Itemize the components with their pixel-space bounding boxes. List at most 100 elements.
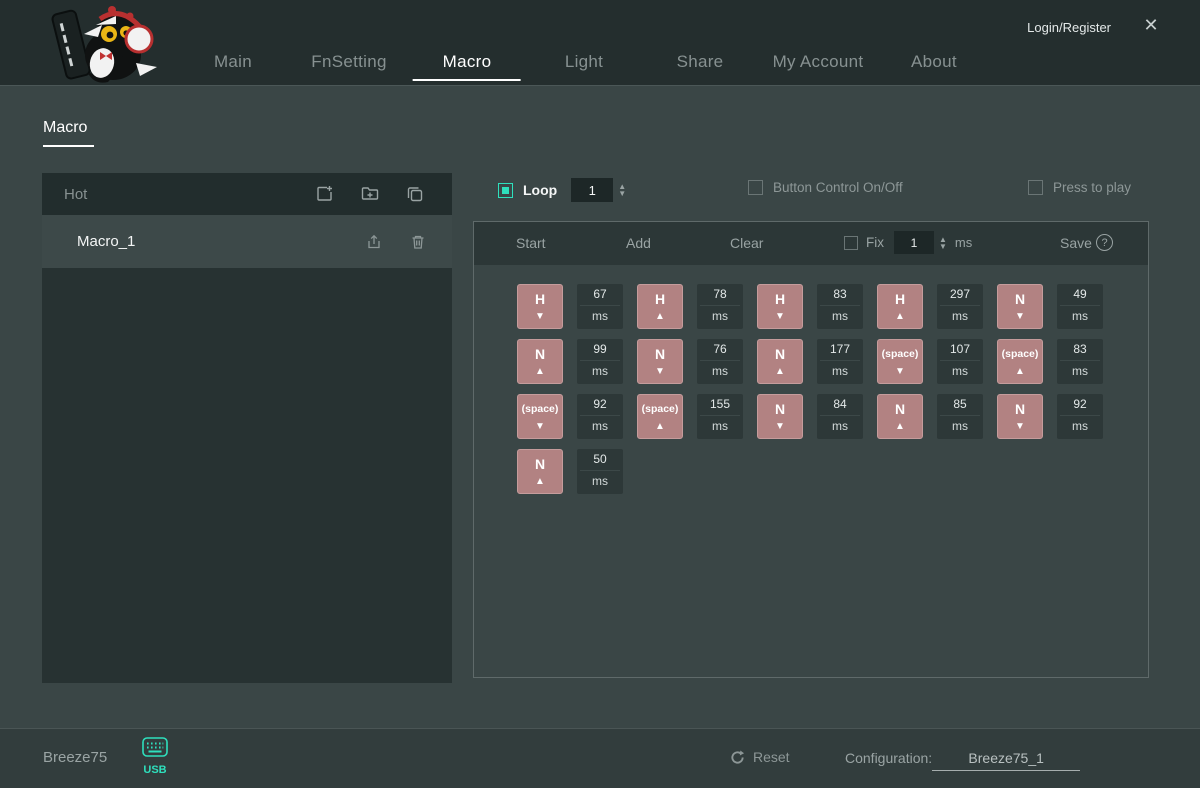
macro-key-button[interactable]: H ▲ (637, 284, 683, 329)
key-down-icon: ▼ (535, 310, 545, 323)
help-icon[interactable]: ? (1096, 234, 1113, 251)
add-folder-icon[interactable] (361, 185, 379, 203)
nav-tab-about[interactable]: About (911, 52, 957, 72)
macro-key-button[interactable]: N ▼ (997, 284, 1043, 329)
export-icon[interactable] (366, 234, 382, 250)
page-title: Macro (43, 119, 87, 137)
macro-key-button[interactable]: N ▲ (517, 339, 563, 384)
macro-key-button[interactable]: N ▲ (517, 449, 563, 494)
macro-key-button[interactable]: N ▲ (757, 339, 803, 384)
macro-delay-tile[interactable]: 67 ms (577, 284, 623, 329)
nav-tab-fnsetting[interactable]: FnSetting (311, 52, 386, 72)
new-macro-icon[interactable] (316, 185, 334, 203)
key-up-icon: ▲ (895, 310, 905, 323)
clear-button[interactable]: Clear (730, 235, 763, 251)
macro-delay-tile[interactable]: 76 ms (697, 339, 743, 384)
macro-key-button[interactable]: N ▼ (637, 339, 683, 384)
macro-event: (space) ▼ 107 ms (877, 339, 983, 384)
configuration-value[interactable]: Breeze75_1 (932, 750, 1080, 771)
macro-key-button[interactable]: H ▲ (877, 284, 923, 329)
macro-event: N ▼ 49 ms (997, 284, 1103, 329)
copy-icon[interactable] (406, 185, 424, 203)
login-register-link[interactable]: Login/Register (1027, 20, 1111, 35)
macro-delay-tile[interactable]: 84 ms (817, 394, 863, 439)
macro-delay-tile[interactable]: 85 ms (937, 394, 983, 439)
connection-status: USB (140, 735, 170, 776)
app-window: Main FnSetting Macro Light Share My Acco… (0, 0, 1200, 788)
key-down-icon: ▼ (895, 365, 905, 378)
macro-delay-tile[interactable]: 155 ms (697, 394, 743, 439)
macro-delay-tile[interactable]: 297 ms (937, 284, 983, 329)
macro-key-button[interactable]: (space) ▼ (877, 339, 923, 384)
macro-event: H ▼ 67 ms (517, 284, 623, 329)
button-control-label: Button Control On/Off (773, 180, 903, 195)
macro-delay-tile[interactable]: 83 ms (817, 284, 863, 329)
active-tab-underline (413, 79, 521, 81)
macro-delay-tile[interactable]: 49 ms (1057, 284, 1103, 329)
nav-tab-my-account[interactable]: My Account (773, 52, 864, 72)
macro-list-header: Hot (42, 173, 452, 215)
macro-event: N ▼ 84 ms (757, 394, 863, 439)
close-icon[interactable]: ✕ (1140, 15, 1162, 36)
macro-event: N ▼ 92 ms (997, 394, 1103, 439)
reset-label: Reset (753, 749, 790, 765)
macro-delay-tile[interactable]: 92 ms (577, 394, 623, 439)
macro-event: (space) ▼ 92 ms (517, 394, 623, 439)
key-down-icon: ▼ (535, 420, 545, 433)
macro-delay-tile[interactable]: 50 ms (577, 449, 623, 494)
fix-delay-stepper[interactable]: ▲▼ (939, 236, 947, 250)
fix-delay-label: Fix (866, 235, 884, 250)
button-control-checkbox[interactable] (748, 180, 763, 195)
configuration-group: Configuration: Breeze75_1 (845, 750, 1080, 771)
macro-key-button[interactable]: N ▼ (757, 394, 803, 439)
loop-bar: Loop 1 ▲▼ Button Control On/Off Press to… (473, 178, 1148, 210)
nav-tab-main[interactable]: Main (214, 52, 252, 72)
nav-tab-macro[interactable]: Macro (443, 52, 492, 72)
macro-key-button[interactable]: H ▼ (517, 284, 563, 329)
macro-list-panel: Hot (42, 173, 452, 683)
macro-key-button[interactable]: N ▼ (997, 394, 1043, 439)
press-to-play-label: Press to play (1053, 180, 1131, 195)
loop-label: Loop (523, 182, 557, 198)
macro-key-button[interactable]: (space) ▼ (517, 394, 563, 439)
key-up-icon: ▲ (535, 365, 545, 378)
loop-count-stepper[interactable]: ▲▼ (618, 183, 626, 197)
main-nav: Main FnSetting Macro Light Share My Acco… (0, 0, 1200, 86)
macro-delay-tile[interactable]: 99 ms (577, 339, 623, 384)
macro-key-button[interactable]: N ▲ (877, 394, 923, 439)
macro-group-label: Hot (64, 186, 316, 203)
macro-name: Macro_1 (77, 233, 366, 250)
fix-delay-checkbox[interactable] (844, 236, 858, 250)
macro-delay-tile[interactable]: 92 ms (1057, 394, 1103, 439)
loop-count-input[interactable]: 1 (571, 178, 613, 202)
save-button[interactable]: Save (1060, 235, 1092, 251)
fix-delay-unit: ms (955, 235, 972, 250)
macro-delay-tile[interactable]: 83 ms (1057, 339, 1103, 384)
nav-tab-light[interactable]: Light (565, 52, 603, 72)
nav-tab-share[interactable]: Share (677, 52, 724, 72)
delete-icon[interactable] (410, 234, 426, 250)
key-down-icon: ▼ (775, 420, 785, 433)
macro-delay-tile[interactable]: 177 ms (817, 339, 863, 384)
loop-checkbox[interactable] (498, 183, 513, 198)
reset-icon (730, 750, 745, 765)
macro-event: H ▲ 78 ms (637, 284, 743, 329)
macro-event: N ▲ 85 ms (877, 394, 983, 439)
macro-key-button[interactable]: (space) ▲ (997, 339, 1043, 384)
key-down-icon: ▼ (775, 310, 785, 323)
keyboard-icon (141, 735, 169, 759)
start-button[interactable]: Start (516, 235, 546, 251)
macro-key-button[interactable]: H ▼ (757, 284, 803, 329)
macro-event: N ▲ 50 ms (517, 449, 623, 494)
fix-delay-input[interactable]: 1 (894, 231, 934, 254)
add-button[interactable]: Add (626, 235, 651, 251)
macro-key-button[interactable]: (space) ▲ (637, 394, 683, 439)
macro-delay-tile[interactable]: 78 ms (697, 284, 743, 329)
macro-list-item[interactable]: Macro_1 (42, 215, 452, 268)
key-up-icon: ▲ (535, 475, 545, 488)
macro-delay-tile[interactable]: 107 ms (937, 339, 983, 384)
editor-toolbar: Start Add Clear Fix 1 ▲▼ ms Save ? (474, 222, 1148, 265)
reset-button[interactable]: Reset (730, 749, 790, 765)
key-down-icon: ▼ (1015, 420, 1025, 433)
press-to-play-checkbox[interactable] (1028, 180, 1043, 195)
